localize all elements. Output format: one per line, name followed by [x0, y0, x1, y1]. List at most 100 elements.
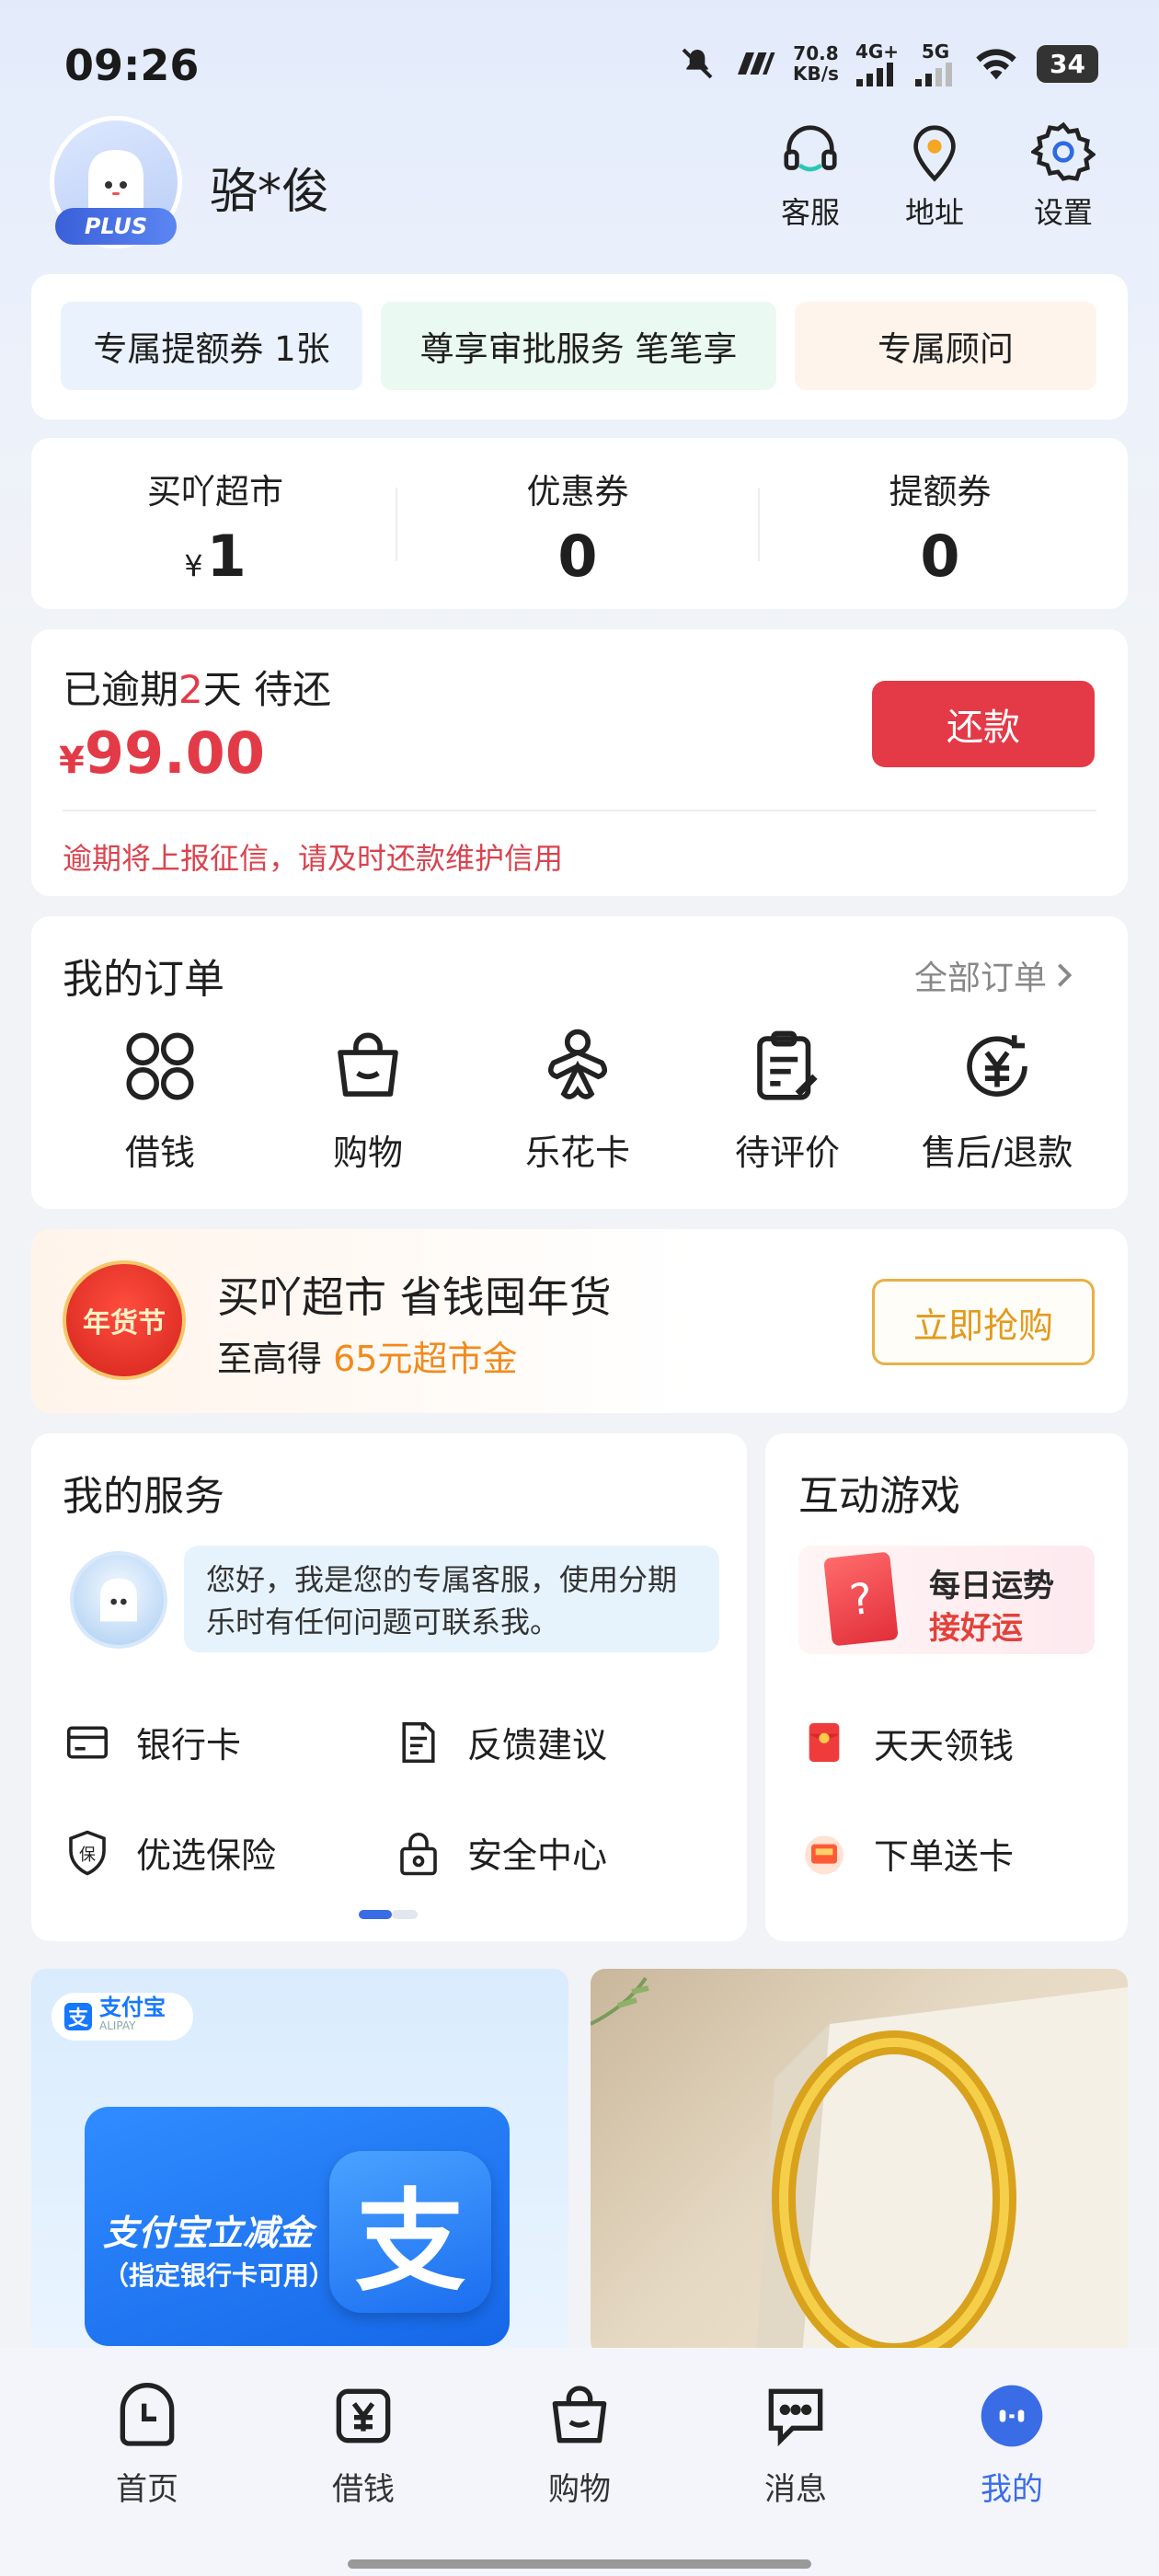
stat-label: 提额券 [889, 472, 992, 512]
game-label: 天天领钱 [874, 1725, 1015, 1766]
tab-label: 消息 [764, 2471, 827, 2508]
service-label: 安全中心 [467, 1835, 608, 1876]
four-leaf-icon [126, 1032, 194, 1100]
chevron-right-icon [1058, 963, 1073, 987]
clipboard-edit-icon [757, 1030, 818, 1100]
tab-home[interactable]: 首页 [83, 2379, 212, 2509]
red-envelope-icon [809, 1723, 840, 1762]
clock-home-icon [120, 2383, 175, 2446]
tab-borrow[interactable]: 借钱 [299, 2379, 428, 2509]
perk-limit-coupon[interactable]: 专属提额券 1张 [61, 302, 362, 390]
user-name: 骆*俊 [210, 165, 330, 220]
stat-value: ¥1 [184, 523, 247, 590]
network-4g: 4G+ [855, 40, 899, 86]
buy-now-button[interactable]: 立即抢购 [872, 1279, 1095, 1365]
tab-label: 借钱 [332, 2471, 395, 2508]
stat-value: 0 [557, 523, 598, 590]
address-button[interactable]: 地址 [884, 120, 985, 232]
tab-messages[interactable]: 消息 [731, 2379, 860, 2509]
service-feedback[interactable]: 反馈建议 [394, 1717, 607, 1767]
game-daily-money[interactable]: 天天领钱 [798, 1717, 1014, 1768]
tab-shopping[interactable]: 购物 [515, 2379, 644, 2509]
service-security[interactable]: 安全中心 [394, 1827, 607, 1878]
mute-bell-icon [682, 48, 713, 79]
carrier-logo-icon [737, 52, 775, 75]
divider [63, 810, 1096, 811]
shopping-bag-icon [338, 1032, 398, 1097]
overdue-title: 已逾期2天 待还 [63, 667, 332, 712]
gift-card-icon [805, 1835, 843, 1875]
order-to-review[interactable]: 待评价 [695, 1025, 879, 1175]
alipay-coupon-title: 支付宝立减金 [103, 2213, 314, 2253]
promo-subtitle: 至高得 65元超市金 [217, 1339, 518, 1379]
fortune-card-icon: ? [823, 1551, 899, 1647]
cs-mascot-avatar[interactable] [70, 1551, 167, 1649]
status-time: 09:26 [64, 40, 200, 90]
mascot-face-icon [100, 1578, 137, 1622]
profile-face-icon [981, 2385, 1043, 2447]
service-bank-card[interactable]: 银行卡 [63, 1717, 241, 1767]
gold-bracelet-banner[interactable] [591, 1969, 1128, 2355]
flower-icon [547, 1029, 608, 1099]
order-lehua-card[interactable]: 乐花卡 [486, 1025, 670, 1175]
game-label: 下单送卡 [874, 1835, 1015, 1877]
game-order-card[interactable]: 下单送卡 [798, 1827, 1014, 1879]
order-after-sale[interactable]: 售后/退款 [905, 1025, 1089, 1175]
status-icons: 70.8 KB/s 4G+ 5G 34 [679, 40, 1098, 86]
net-speed: 70.8 KB/s [792, 42, 839, 85]
fortune-line-1: 每日运势 [929, 1568, 1054, 1604]
all-orders-label: 全部订单 [914, 960, 1048, 997]
order-label: 售后/退款 [921, 1133, 1073, 1173]
order-shopping[interactable]: 购物 [276, 1025, 460, 1175]
address-label: 地址 [904, 195, 964, 230]
order-label: 待评价 [734, 1133, 840, 1173]
stat-market[interactable]: 买吖超市 ¥1 [35, 464, 396, 590]
all-orders-link[interactable]: 全部订单 [914, 951, 1074, 999]
shopping-bag-icon [552, 2386, 607, 2444]
fortune-line-2: 接好运 [929, 1610, 1023, 1647]
new-year-badge: 年货节 [63, 1260, 186, 1380]
overdue-warning: 逾期将上报征信，请及时还款维护信用 [63, 841, 564, 876]
wifi-icon [976, 49, 1016, 80]
chat-bubble-icon [768, 2388, 823, 2447]
service-insurance[interactable]: 保 优选保险 [63, 1827, 276, 1878]
services-title: 我的服务 [63, 1473, 224, 1520]
tab-profile[interactable]: 我的 [947, 2379, 1076, 2509]
promo-title: 买吖超市 省钱囤年货 [217, 1272, 612, 1322]
tab-label: 首页 [116, 2471, 178, 2508]
stat-coupons[interactable]: 优惠券 0 [397, 464, 758, 590]
insurance-shield-icon: 保 [69, 1830, 106, 1875]
network-5g: 5G [915, 40, 956, 86]
order-label: 借钱 [124, 1133, 195, 1173]
yen-icon [336, 2388, 391, 2444]
settings-button[interactable]: 设置 [1013, 120, 1114, 232]
alipay-logo: 支 [329, 2151, 491, 2313]
headset-icon [784, 125, 837, 172]
order-borrow[interactable]: 借钱 [68, 1025, 252, 1175]
home-indicator[interactable] [348, 2559, 811, 2569]
stat-value: 0 [920, 523, 960, 590]
stat-label: 买吖超市 [147, 472, 283, 512]
yen-refund-icon [967, 1035, 1027, 1097]
order-label: 乐花卡 [524, 1133, 630, 1173]
lock-icon [400, 1832, 437, 1875]
stat-label: 优惠券 [526, 472, 629, 512]
perk-advisor[interactable]: 专属顾问 [795, 302, 1096, 390]
gear-icon [1031, 121, 1096, 181]
perk-approval-service[interactable]: 尊享审批服务 笔笔享 [381, 302, 776, 390]
customer-service-label: 客服 [780, 195, 840, 230]
signal-bars-icon [915, 63, 953, 86]
cs-message-bubble[interactable]: 您好，我是您的专属客服，使用分期乐时有任何问题可联系我。 [184, 1546, 719, 1652]
settings-label: 设置 [1033, 195, 1093, 230]
tab-label: 购物 [548, 2471, 611, 2508]
signal-bars-icon [856, 63, 894, 86]
repay-button[interactable]: 还款 [872, 681, 1095, 767]
customer-service-button[interactable]: 客服 [760, 120, 861, 232]
tab-label: 我的 [981, 2471, 1043, 2508]
pager-dot-active [359, 1910, 392, 1919]
feedback-icon [402, 1721, 435, 1763]
alipay-coupon-subtitle: （指定银行卡可用） [103, 2260, 336, 2291]
stat-limit-coupons[interactable]: 提额券 0 [760, 464, 1120, 590]
gold-bracelet-image [591, 1976, 1128, 2355]
alipay-mini-logo: 支 [64, 2003, 92, 2030]
